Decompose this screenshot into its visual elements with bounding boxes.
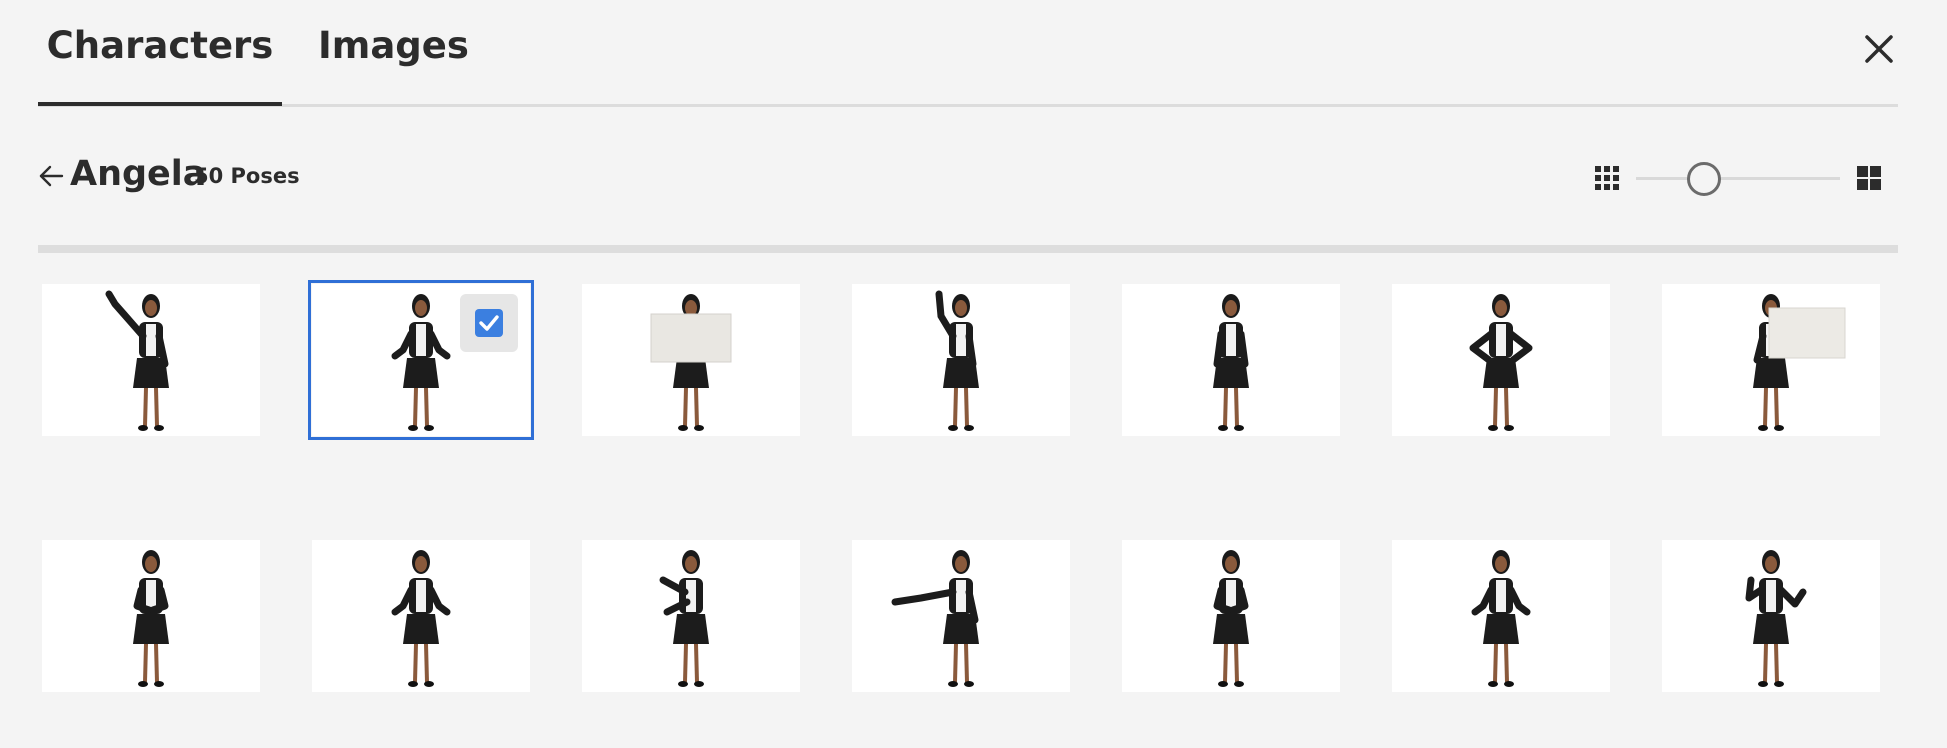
slider-thumb[interactable]: [1687, 162, 1721, 196]
pose-thumbnail[interactable]: [582, 284, 800, 436]
character-name: Angela: [70, 154, 207, 194]
pose-thumbnail[interactable]: [852, 540, 1070, 692]
pose-thumbnail[interactable]: [852, 284, 1070, 436]
pose-thumbnail[interactable]: [42, 540, 260, 692]
pose-thumbnail[interactable]: [1662, 284, 1880, 436]
close-icon[interactable]: [1858, 28, 1900, 70]
pose-count: 50 Poses: [194, 164, 300, 188]
pose-thumbnail[interactable]: [1392, 540, 1610, 692]
pose-thumbnail[interactable]: [308, 280, 534, 440]
pose-thumbnail[interactable]: [42, 284, 260, 436]
pose-figure-image: [1471, 550, 1531, 687]
tab-images[interactable]: Images: [318, 22, 518, 104]
pose-figure-image: [650, 294, 732, 431]
pose-figure-image: [1753, 294, 1846, 431]
slider-track: [1636, 177, 1840, 180]
pose-thumbnail[interactable]: [1392, 284, 1610, 436]
pose-figure-image: [659, 550, 709, 687]
active-tab-indicator: [38, 102, 282, 106]
thumbnail-size-slider[interactable]: [1636, 158, 1840, 198]
pose-thumbnail[interactable]: [1122, 284, 1340, 436]
pose-thumbnail[interactable]: [1122, 540, 1340, 692]
pose-figure-image: [1745, 550, 1807, 687]
pose-figure-image: [935, 290, 979, 431]
tab-characters[interactable]: Characters: [38, 22, 282, 104]
pose-thumbnail[interactable]: [1662, 540, 1880, 692]
arrow-left-icon[interactable]: [38, 162, 64, 190]
checkbox-checked-icon: [475, 309, 503, 337]
section-divider: [38, 245, 1898, 253]
pose-grid: [42, 280, 1902, 704]
large-grid-icon[interactable]: [1856, 165, 1882, 191]
pose-figure-image: [133, 550, 169, 687]
pose-thumbnail[interactable]: [312, 540, 530, 692]
tab-bar-rule: [38, 104, 1898, 107]
pose-figure-image: [391, 550, 451, 687]
pose-figure-image: [1469, 294, 1533, 431]
tab-bar: Characters Images: [38, 0, 1898, 108]
small-grid-icon[interactable]: [1594, 165, 1620, 191]
selection-checkbox[interactable]: [460, 294, 518, 352]
pose-figure-image: [105, 290, 169, 431]
pose-figure-image: [1213, 550, 1249, 687]
pose-figure-image: [891, 550, 979, 687]
character-header: Angela 50 Poses: [38, 150, 1898, 206]
pose-thumbnail[interactable]: [582, 540, 800, 692]
pose-figure-image: [1213, 294, 1249, 431]
